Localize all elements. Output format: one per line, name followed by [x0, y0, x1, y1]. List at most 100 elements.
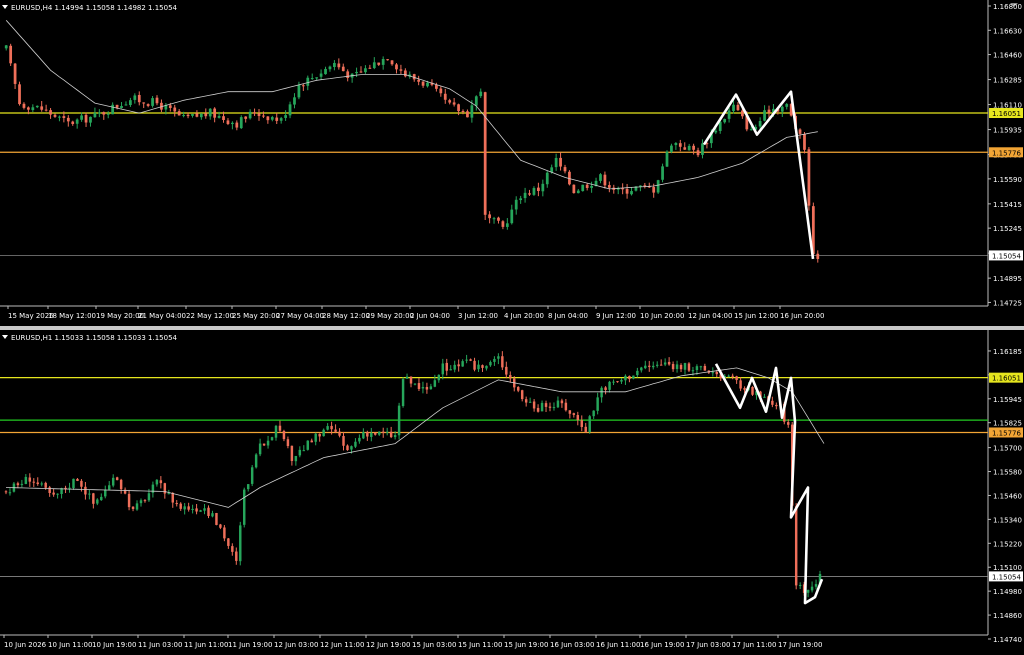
h4-candle-body — [767, 109, 771, 113]
h4-candle-body — [115, 104, 119, 108]
h4-chart-canvas[interactable]: 1.168001.166301.164601.162851.161101.159… — [0, 0, 1024, 326]
h1-candle-body — [564, 402, 568, 411]
h4-candle-body — [479, 91, 483, 97]
h4-y-tick-label: 1.16800 — [993, 3, 1022, 11]
h1-y-tick-label: 1.15825 — [993, 420, 1022, 428]
h1-candle-body — [663, 362, 667, 365]
h1-candle-body — [72, 478, 75, 488]
h1-candle-body — [104, 489, 107, 497]
h4-candle-body — [417, 79, 421, 82]
h4-candle-body — [687, 145, 691, 151]
h4-candle-body — [40, 106, 44, 110]
h4-y-tick-label: 1.16460 — [993, 52, 1022, 60]
h4-x-tick-label: 4 Jun 20:00 — [504, 312, 544, 320]
h1-candle-body — [155, 479, 159, 485]
h4-candle-body — [607, 185, 611, 188]
h1-candle-body — [703, 365, 707, 371]
h4-candle-body — [514, 199, 518, 210]
h4-candle-body — [346, 71, 350, 79]
h4-candle-body — [106, 113, 110, 115]
h1-candle-body — [679, 364, 683, 370]
h1-candle-body — [477, 364, 480, 370]
h4-candle-body — [35, 105, 39, 108]
h4-x-tick-label: 8 Jun 04:00 — [548, 312, 588, 320]
h4-candle-body — [372, 62, 376, 69]
h1-x-tick-label: 17 Jun 03:00 — [686, 641, 730, 649]
h1-candle-body — [159, 480, 163, 484]
h4-candle-body — [443, 93, 447, 100]
h1-candle-body — [246, 484, 250, 490]
h4-candle-body — [44, 109, 48, 111]
h4-candle-body — [275, 117, 279, 121]
h4-candle-body — [84, 114, 88, 123]
h1-candle-body — [485, 365, 488, 369]
h1-candle-body — [342, 435, 345, 446]
h1-candle-body — [370, 432, 373, 437]
h1-candle-body — [266, 440, 270, 446]
h1-chart-canvas[interactable]: 1.161851.160651.159451.158251.157001.155… — [0, 330, 1024, 655]
h1-candle-body — [544, 403, 548, 407]
h1-candle-body — [36, 482, 39, 484]
h4-level-label-yellow: 1.16051 — [992, 110, 1021, 118]
h4-x-tick-label: 19 May 20:00 — [96, 312, 144, 320]
h1-y-tick-label: 1.14860 — [993, 612, 1022, 620]
h4-candle-body — [678, 143, 682, 147]
h1-candle-body — [493, 358, 496, 362]
h4-candle-body — [381, 58, 385, 65]
h1-candle-body — [497, 356, 500, 359]
h1-candle-body — [310, 440, 313, 443]
h4-candle-body — [576, 190, 580, 194]
h1-y-tick-label: 1.15460 — [993, 492, 1022, 500]
h4-candle-body — [723, 119, 727, 123]
h1-y-tick-label: 1.15340 — [993, 516, 1022, 524]
h4-candle-body — [18, 84, 21, 105]
h4-candle-body — [807, 149, 811, 206]
h1-candle-body — [445, 362, 448, 371]
h1-candle-body — [699, 366, 703, 368]
h4-x-tick-label: 9 Jun 12:00 — [596, 312, 636, 320]
h1-candle-body — [810, 586, 814, 591]
h4-candle-body — [674, 143, 678, 146]
h1-candle-body — [771, 400, 774, 405]
h1-y-tick-label: 1.15100 — [993, 564, 1022, 572]
h1-candle-body — [350, 446, 353, 450]
h1-candle-body — [80, 480, 83, 487]
h1-candle-body — [763, 396, 766, 398]
h4-candle-body — [142, 102, 146, 104]
h4-candle-body — [58, 116, 61, 118]
h1-candle-body — [338, 431, 341, 436]
h1-candle-body — [16, 483, 20, 486]
h1-candle-body — [576, 415, 580, 421]
h1-y-tick-label: 1.16185 — [993, 348, 1022, 356]
h4-y-tick-label: 1.16630 — [993, 27, 1022, 35]
h1-candle-body — [175, 503, 178, 505]
h1-candle-body — [143, 500, 147, 502]
h1-candle-body — [628, 375, 631, 380]
h4-y-tick-label: 1.15590 — [993, 176, 1022, 184]
h1-chart-panel[interactable]: EURUSD,H1 1.15033 1.15058 1.15033 1.1505… — [0, 330, 1024, 655]
h4-candle-body — [270, 117, 274, 120]
h4-candle-body — [421, 81, 425, 86]
h1-candle-body — [461, 361, 464, 367]
h1-candle-body — [592, 410, 595, 417]
h1-candle-body — [711, 372, 715, 374]
h4-x-tick-label: 29 May 20:00 — [366, 312, 414, 320]
h4-candle-body — [656, 180, 660, 193]
h1-candle-body — [111, 477, 115, 486]
h4-candle-body — [328, 66, 332, 70]
h4-candle-body — [231, 122, 234, 125]
h1-candle-body — [814, 584, 818, 587]
h1-x-tick-label: 10 Jun 11:00 — [48, 641, 92, 649]
h4-candle-body — [718, 121, 722, 131]
h1-candle-body — [366, 431, 369, 437]
h4-candle-body — [120, 106, 123, 109]
h1-candle-body — [501, 356, 504, 368]
h4-candle-body — [4, 45, 8, 49]
h4-chart-panel[interactable]: EURUSD,H4 1.14994 1.15058 1.14982 1.1505… — [0, 0, 1024, 326]
h1-candle-body — [751, 386, 754, 395]
h1-candle-body — [584, 426, 587, 432]
h1-drawn-wave-path — [714, 363, 824, 605]
h1-candle-body — [254, 454, 258, 468]
h1-candle-body — [374, 432, 377, 435]
h1-x-tick-label: 17 Jun 11:00 — [732, 641, 776, 649]
